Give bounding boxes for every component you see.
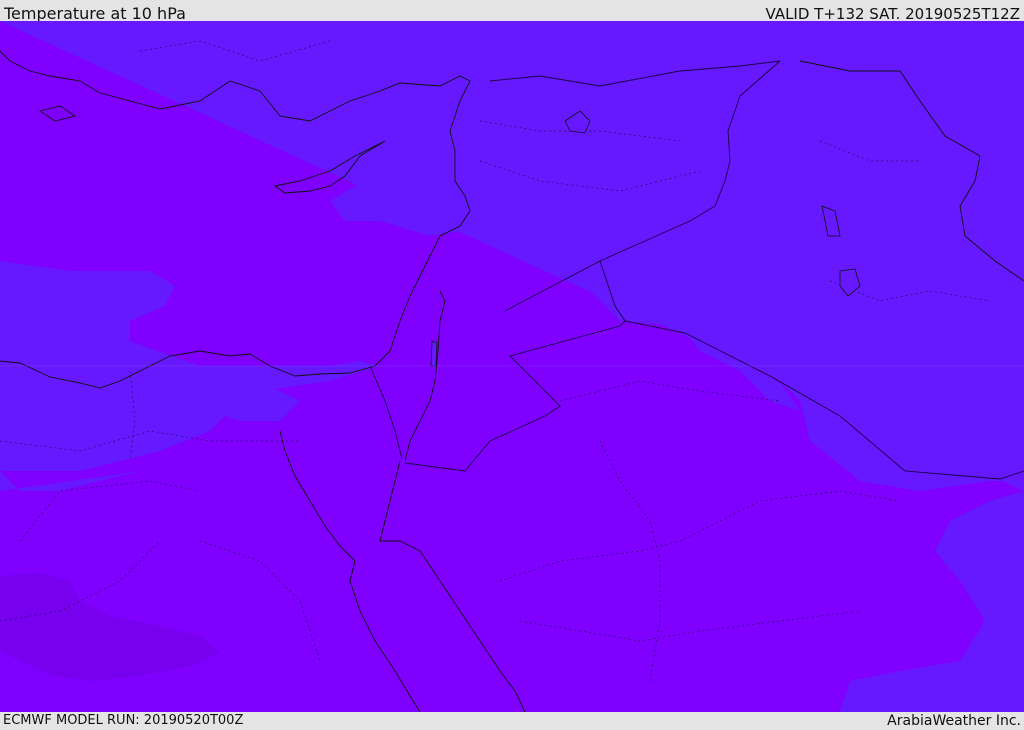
weather-map[interactable]	[0, 21, 1024, 712]
header-bar: Temperature at 10 hPa VALID T+132 SAT. 2…	[0, 0, 1024, 23]
map-canvas	[0, 21, 1024, 712]
credit-label: ArabiaWeather Inc.	[887, 713, 1021, 729]
footer-bar: ECMWF MODEL RUN: 20190520T00Z ArabiaWeat…	[0, 712, 1024, 729]
model-run-label: ECMWF MODEL RUN: 20190520T00Z	[3, 713, 244, 728]
dead-sea	[430, 340, 438, 367]
